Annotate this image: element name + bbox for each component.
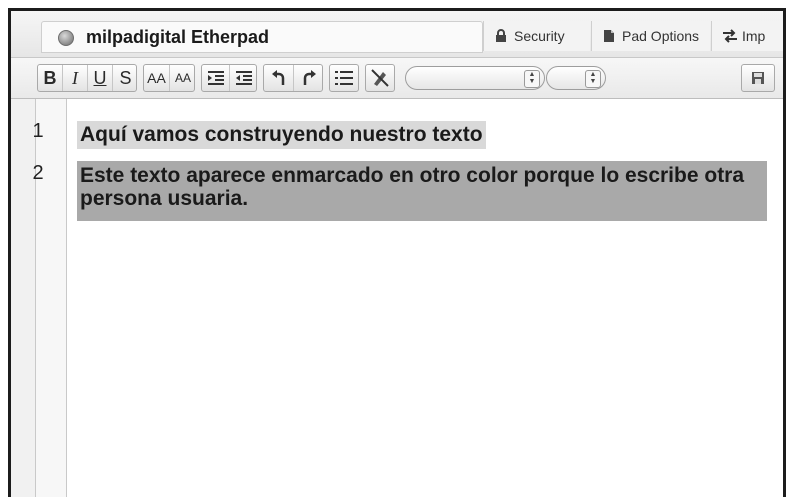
lock-icon: [496, 29, 506, 42]
clear-authorship-icon: [371, 69, 389, 87]
line-number: 1: [32, 120, 44, 142]
swap-arrows-icon: [723, 29, 737, 43]
font-size-select[interactable]: ▲ ▼: [546, 66, 606, 90]
bold-button[interactable]: B: [38, 65, 63, 91]
outdent-button[interactable]: [230, 65, 258, 91]
save-group: [741, 64, 775, 92]
font-size-group: AA AA: [143, 64, 195, 92]
line-number-gutter: [36, 99, 67, 497]
editor-line[interactable]: Aquí vamos construyendo nuestro texto: [77, 121, 486, 149]
pad-options-label: Pad Options: [622, 28, 700, 44]
security-button[interactable]: Security: [483, 21, 590, 51]
font-size-decrease-button[interactable]: AA: [170, 65, 196, 91]
pad-title-box: milpadigital Etherpad: [41, 21, 483, 53]
editor-area[interactable]: [67, 99, 783, 497]
indent-button[interactable]: [202, 65, 230, 91]
font-size-increase-button[interactable]: AA: [144, 65, 170, 91]
text-style-group: B I U S: [37, 64, 137, 92]
pad-title: milpadigital Etherpad: [86, 27, 270, 47]
import-label: Imp: [742, 28, 766, 44]
security-label: Security: [514, 28, 565, 44]
document-icon: [604, 30, 614, 42]
italic-button[interactable]: I: [63, 65, 88, 91]
save-button[interactable]: [742, 65, 774, 91]
globe-icon: [58, 30, 74, 46]
indent-icon: [207, 71, 224, 85]
chevron-updown-icon: ▲ ▼: [585, 70, 601, 88]
strikethrough-button[interactable]: S: [113, 65, 138, 91]
save-icon: [752, 72, 764, 84]
redo-button[interactable]: [294, 65, 324, 91]
font-family-select[interactable]: ▲ ▼: [405, 66, 545, 90]
list-group: [329, 64, 359, 92]
indent-group: [201, 64, 257, 92]
title-bar: milpadigital Etherpad Security Pad Optio…: [11, 11, 783, 58]
bullet-list-button[interactable]: [330, 65, 358, 91]
left-gutter: [11, 99, 36, 497]
underline-button[interactable]: U: [88, 65, 113, 91]
clear-authorship-button[interactable]: [366, 65, 394, 91]
history-group: [263, 64, 323, 92]
import-export-button[interactable]: Imp: [711, 21, 783, 51]
undo-button[interactable]: [264, 65, 294, 91]
redo-icon: [303, 70, 316, 85]
etherpad-window: milpadigital Etherpad Security Pad Optio…: [8, 8, 786, 497]
pad-options-button[interactable]: Pad Options: [591, 21, 710, 51]
list-icon: [335, 71, 353, 85]
outdent-icon: [236, 71, 252, 85]
formatting-toolbar: B I U S AA AA ▲ ▼ ▲ ▼: [11, 58, 783, 99]
line-number: 2: [32, 162, 44, 184]
undo-icon: [271, 70, 284, 85]
clear-authorship-group: [365, 64, 395, 92]
editor-line[interactable]: Este texto aparece enmarcado en otro col…: [77, 161, 767, 221]
chevron-updown-icon: ▲ ▼: [524, 70, 540, 88]
